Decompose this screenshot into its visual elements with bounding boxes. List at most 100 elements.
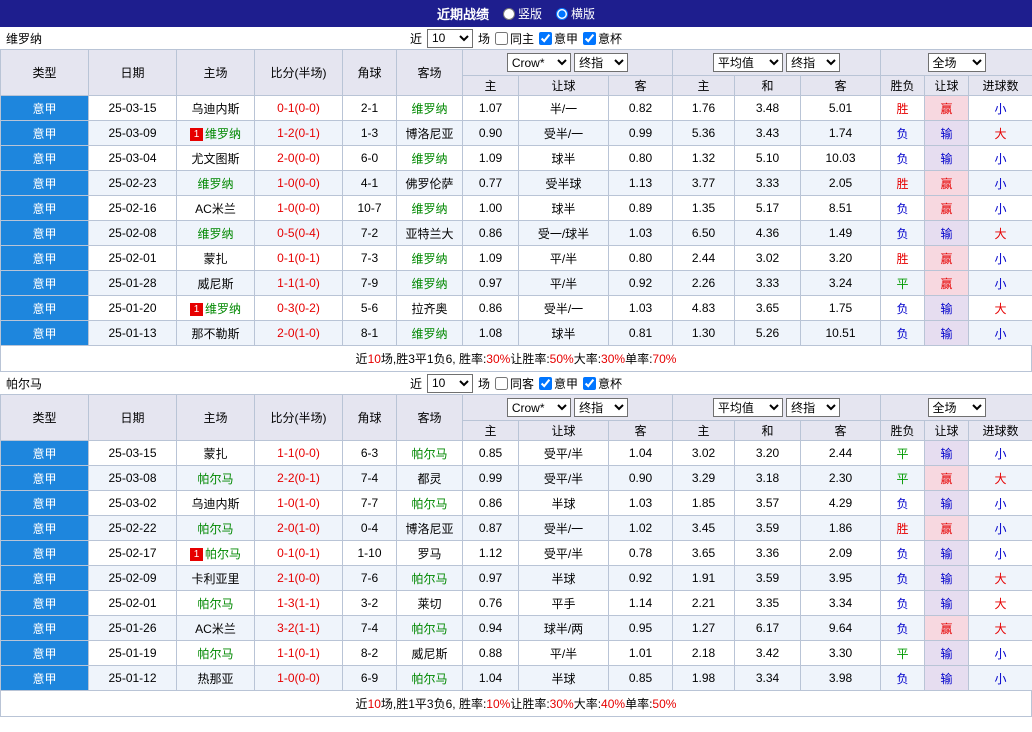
- away-team-cell[interactable]: 帕尔马: [396, 490, 463, 516]
- home-team-cell[interactable]: AC米兰: [176, 615, 255, 641]
- away-team-name[interactable]: 维罗纳: [411, 202, 447, 216]
- score-cell[interactable]: 0-1(0-1): [254, 245, 343, 271]
- layout-vertical-radio[interactable]: 竖版: [502, 5, 542, 22]
- away-team-cell[interactable]: 佛罗伦萨: [396, 170, 463, 196]
- away-team-name[interactable]: 莱切: [417, 597, 441, 611]
- away-team-cell[interactable]: 维罗纳: [396, 245, 463, 271]
- home-team-cell[interactable]: 帕尔马: [176, 515, 255, 541]
- match-count-select[interactable]: 10: [426, 373, 473, 393]
- home-team-cell[interactable]: 帕尔马: [176, 590, 255, 616]
- away-team-cell[interactable]: 帕尔马: [396, 440, 463, 466]
- away-team-cell[interactable]: 维罗纳: [396, 320, 463, 346]
- home-team-name[interactable]: 尤文图斯: [191, 152, 239, 166]
- score-cell[interactable]: 0-5(0-4): [254, 220, 343, 246]
- away-team-cell[interactable]: 博洛尼亚: [396, 120, 463, 146]
- away-team-cell[interactable]: 莱切: [396, 590, 463, 616]
- score-cell[interactable]: 0-1(0-1): [254, 540, 343, 566]
- home-team-cell[interactable]: 帕尔马: [176, 465, 255, 491]
- home-team-cell[interactable]: 威尼斯: [176, 270, 255, 296]
- away-team-name[interactable]: 威尼斯: [411, 647, 447, 661]
- away-team-cell[interactable]: 帕尔马: [396, 615, 463, 641]
- away-team-cell[interactable]: 帕尔马: [396, 665, 463, 691]
- home-team-name[interactable]: 帕尔马: [197, 522, 233, 536]
- away-team-name[interactable]: 帕尔马: [411, 672, 447, 686]
- home-team-cell[interactable]: 热那亚: [176, 665, 255, 691]
- score-cell[interactable]: 1-0(1-0): [254, 490, 343, 516]
- score-cell[interactable]: 2-0(0-0): [254, 145, 343, 171]
- home-team-cell[interactable]: 乌迪内斯: [176, 95, 255, 121]
- scope-select[interactable]: 全场: [927, 53, 986, 72]
- home-team-name[interactable]: 维罗纳: [205, 302, 241, 316]
- avg-type-select[interactable]: 平均值: [712, 53, 783, 72]
- away-team-name[interactable]: 帕尔马: [411, 572, 447, 586]
- away-team-name[interactable]: 罗马: [417, 547, 441, 561]
- away-team-name[interactable]: 维罗纳: [411, 152, 447, 166]
- cup-filter[interactable]: 意杯: [583, 30, 622, 47]
- away-team-name[interactable]: 帕尔马: [411, 622, 447, 636]
- away-team-cell[interactable]: 拉齐奥: [396, 295, 463, 321]
- home-team-cell[interactable]: 1 帕尔马: [176, 540, 255, 566]
- home-team-name[interactable]: 蒙扎: [203, 447, 227, 461]
- home-team-name[interactable]: AC米兰: [195, 202, 236, 216]
- home-team-name[interactable]: 帕尔马: [197, 597, 233, 611]
- score-cell[interactable]: 2-1(0-0): [254, 565, 343, 591]
- score-cell[interactable]: 2-0(1-0): [254, 320, 343, 346]
- away-team-name[interactable]: 维罗纳: [411, 277, 447, 291]
- home-team-name[interactable]: 帕尔马: [197, 647, 233, 661]
- score-cell[interactable]: 0-1(0-0): [254, 95, 343, 121]
- league-checkbox[interactable]: [539, 31, 552, 45]
- away-team-name[interactable]: 都灵: [417, 472, 441, 486]
- home-team-cell[interactable]: 1 维罗纳: [176, 295, 255, 321]
- score-cell[interactable]: 1-0(0-0): [254, 665, 343, 691]
- away-team-cell[interactable]: 维罗纳: [396, 270, 463, 296]
- away-team-cell[interactable]: 亚特兰大: [396, 220, 463, 246]
- away-team-cell[interactable]: 威尼斯: [396, 640, 463, 666]
- same-venue-checkbox[interactable]: [494, 31, 508, 45]
- away-team-cell[interactable]: 都灵: [396, 465, 463, 491]
- home-team-name[interactable]: 维罗纳: [197, 227, 233, 241]
- home-team-name[interactable]: 帕尔马: [197, 472, 233, 486]
- score-cell[interactable]: 1-0(0-0): [254, 170, 343, 196]
- match-count-select[interactable]: 10: [426, 28, 473, 48]
- home-team-name[interactable]: 热那亚: [197, 672, 233, 686]
- away-team-name[interactable]: 佛罗伦萨: [405, 177, 453, 191]
- home-team-name[interactable]: 乌迪内斯: [191, 102, 239, 116]
- away-team-name[interactable]: 维罗纳: [411, 252, 447, 266]
- home-team-name[interactable]: 帕尔马: [205, 547, 241, 561]
- layout-horizontal-radio[interactable]: 横版: [556, 5, 595, 22]
- away-team-name[interactable]: 帕尔马: [411, 447, 447, 461]
- home-team-cell[interactable]: 蒙扎: [176, 245, 255, 271]
- home-team-cell[interactable]: 蒙扎: [176, 440, 255, 466]
- league-filter[interactable]: 意甲: [539, 30, 578, 47]
- away-team-cell[interactable]: 维罗纳: [396, 195, 463, 221]
- vertical-radio-input[interactable]: [502, 7, 515, 20]
- score-cell[interactable]: 3-2(1-1): [254, 615, 343, 641]
- away-team-name[interactable]: 帕尔马: [411, 497, 447, 511]
- horizontal-radio-input[interactable]: [556, 7, 568, 20]
- away-team-name[interactable]: 维罗纳: [411, 327, 447, 341]
- score-cell[interactable]: 0-3(0-2): [254, 295, 343, 321]
- away-team-name[interactable]: 拉齐奥: [411, 302, 447, 316]
- cup-checkbox[interactable]: [583, 376, 597, 390]
- away-team-name[interactable]: 维罗纳: [411, 102, 447, 116]
- away-team-name[interactable]: 博洛尼亚: [405, 127, 453, 141]
- cup-checkbox[interactable]: [583, 31, 597, 45]
- score-cell[interactable]: 1-3(1-1): [254, 590, 343, 616]
- home-team-name[interactable]: 维罗纳: [197, 177, 233, 191]
- league-filter[interactable]: 意甲: [539, 375, 578, 392]
- away-team-name[interactable]: 博洛尼亚: [405, 522, 453, 536]
- home-team-cell[interactable]: AC米兰: [176, 195, 255, 221]
- score-cell[interactable]: 1-1(0-0): [254, 440, 343, 466]
- home-team-name[interactable]: 卡利亚里: [191, 572, 239, 586]
- home-team-name[interactable]: 维罗纳: [205, 127, 241, 141]
- odds-period-select[interactable]: 终指: [574, 398, 629, 417]
- away-team-cell[interactable]: 维罗纳: [396, 95, 463, 121]
- same-venue-filter[interactable]: 同客: [494, 375, 534, 392]
- home-team-cell[interactable]: 1 维罗纳: [176, 120, 255, 146]
- away-team-cell[interactable]: 维罗纳: [396, 145, 463, 171]
- avg-type-select[interactable]: 平均值: [712, 398, 783, 417]
- score-cell[interactable]: 1-2(0-1): [254, 120, 343, 146]
- away-team-name[interactable]: 亚特兰大: [405, 227, 453, 241]
- odds-period-select[interactable]: 终指: [574, 53, 629, 72]
- odds-company-select[interactable]: Crow*: [506, 53, 571, 72]
